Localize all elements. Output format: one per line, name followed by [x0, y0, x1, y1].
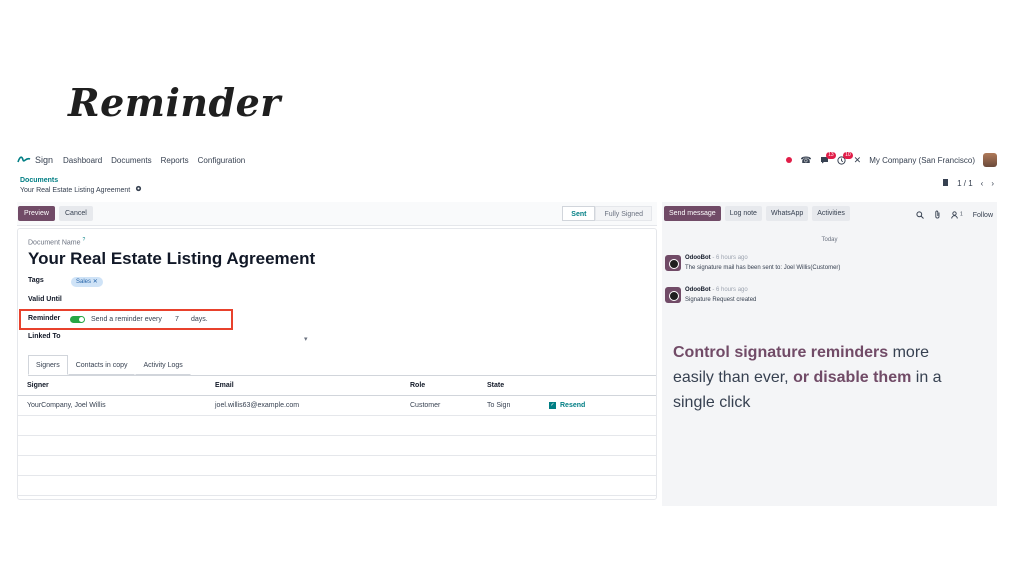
tools-icon[interactable]: ✕	[854, 155, 862, 166]
gear-icon[interactable]	[135, 185, 142, 195]
reminder-label: Reminder	[28, 315, 61, 322]
activities-button[interactable]: Activities	[812, 206, 850, 221]
header-email[interactable]: Email	[215, 376, 234, 396]
control-panel: Preview Cancel Sent Fully Signed	[17, 202, 657, 226]
breadcrumb-documents[interactable]: Documents	[20, 176, 142, 185]
message-time: - 6 hours ago	[712, 255, 748, 261]
phone-icon[interactable]: ☎	[800, 155, 811, 166]
tab-contacts-in-copy[interactable]: Contacts in copy	[67, 355, 136, 375]
table-header: Signer Email Role State	[18, 376, 656, 396]
header-state[interactable]: State	[487, 376, 504, 396]
odoobot-avatar	[665, 287, 681, 303]
cell-signer: YourCompany, Joel Willis	[27, 402, 106, 409]
slide-title: Reminder	[68, 80, 281, 125]
message-body: The signature mail has been sent to: Joe…	[685, 265, 841, 271]
odoobot-avatar	[665, 255, 681, 271]
pager-prev-icon[interactable]: ‹	[981, 179, 984, 188]
company-switcher[interactable]: My Company (San Francisco)	[869, 156, 975, 165]
document-name-label: Document Name ?	[28, 237, 86, 247]
promo-caption: Control signature reminders more easily …	[673, 340, 973, 415]
follow-button[interactable]: Follow	[973, 212, 993, 219]
reminder-prefix: Send a reminder every	[91, 316, 162, 323]
header-role[interactable]: Role	[410, 376, 425, 396]
chatter-actions: Send message Log note WhatsApp Activitie…	[664, 206, 850, 221]
send-message-button[interactable]: Send message	[664, 206, 721, 221]
tab-signers[interactable]: Signers	[28, 355, 68, 375]
document-name-field[interactable]: Your Real Estate Listing Agreement	[28, 249, 315, 269]
user-avatar[interactable]	[983, 153, 997, 167]
messages-icon[interactable]: 13	[820, 152, 836, 164]
search-icon[interactable]	[916, 210, 924, 221]
resend-button[interactable]: ✓ Resend	[549, 396, 585, 416]
nav-documents[interactable]: Documents	[111, 156, 151, 165]
nav-configuration[interactable]: Configuration	[198, 156, 246, 165]
followers-count: 1	[959, 211, 963, 218]
cell-role: Customer	[410, 402, 441, 409]
chatter-tools: 1 Follow	[916, 210, 993, 221]
table-row-empty	[18, 456, 656, 476]
tag-remove-icon[interactable]: ✕	[93, 279, 98, 285]
notebook-tabs: Signers Contacts in copy Activity Logs	[28, 355, 191, 375]
top-navbar: Sign Dashboard Documents Reports Configu…	[17, 150, 997, 170]
message-author: OdooBot	[685, 255, 711, 261]
cancel-button[interactable]: Cancel	[59, 206, 93, 221]
table-row-empty	[18, 416, 656, 436]
attachment-clip-icon[interactable]	[942, 178, 949, 189]
check-icon: ✓	[549, 401, 556, 409]
promo-emphasis-1: Control signature reminders	[673, 344, 889, 361]
cell-state: To Sign	[487, 402, 511, 409]
pager: 1 / 1 ‹ ›	[942, 178, 994, 189]
preview-button[interactable]: Preview	[18, 206, 55, 221]
promo-emphasis-2: or disable them	[793, 369, 912, 386]
record-indicator-icon[interactable]	[786, 157, 793, 163]
table-row-empty	[18, 476, 656, 496]
attachment-icon[interactable]	[934, 210, 941, 221]
reminder-days-input[interactable]: 7	[175, 316, 179, 323]
followers-icon[interactable]: 1	[951, 210, 963, 221]
whatsapp-button[interactable]: WhatsApp	[765, 206, 809, 221]
message-time: - 6 hours ago	[712, 287, 748, 293]
tag-sales[interactable]: Sales ✕	[71, 277, 103, 287]
activities-badge: 10	[843, 151, 853, 159]
breadcrumb-current: Your Real Estate Listing Agreement	[20, 186, 131, 194]
app-brand[interactable]: Sign	[17, 154, 53, 166]
date-separator: Today	[821, 237, 838, 243]
table-row-empty	[18, 436, 656, 456]
reminder-toggle[interactable]	[70, 316, 85, 323]
reminder-suffix: days.	[191, 316, 208, 323]
log-note-button[interactable]: Log note	[724, 206, 762, 221]
tab-activity-logs[interactable]: Activity Logs	[135, 355, 191, 375]
header-signer[interactable]: Signer	[27, 376, 49, 396]
message-body: Signature Request created	[685, 297, 757, 303]
form-sheet: Document Name ? Your Real Estate Listing…	[17, 228, 657, 500]
valid-until-label: Valid Until	[28, 296, 62, 303]
pager-next-icon[interactable]: ›	[991, 179, 994, 188]
nav-reports[interactable]: Reports	[161, 156, 189, 165]
status-fully-signed[interactable]: Fully Signed	[595, 206, 652, 221]
app-name: Sign	[35, 155, 54, 165]
tags-label: Tags	[28, 277, 44, 284]
pager-value[interactable]: 1 / 1	[957, 179, 973, 188]
status-bar: Sent Fully Signed	[562, 206, 652, 221]
help-icon[interactable]: ?	[82, 237, 85, 243]
status-sent[interactable]: Sent	[562, 206, 596, 221]
cell-email: joel.willis63@example.com	[215, 402, 300, 409]
linked-to-dropdown-icon[interactable]: ▾	[304, 335, 308, 343]
message-author: OdooBot	[685, 287, 711, 293]
breadcrumb: Documents Your Real Estate Listing Agree…	[20, 176, 142, 195]
table-row[interactable]: YourCompany, Joel Willis joel.willis63@e…	[18, 396, 656, 416]
sign-app-icon	[17, 154, 31, 166]
linked-to-label: Linked To	[28, 333, 61, 340]
activities-clock-icon[interactable]: 10	[837, 151, 853, 165]
messages-badge: 13	[826, 152, 836, 159]
nav-dashboard[interactable]: Dashboard	[63, 156, 102, 165]
